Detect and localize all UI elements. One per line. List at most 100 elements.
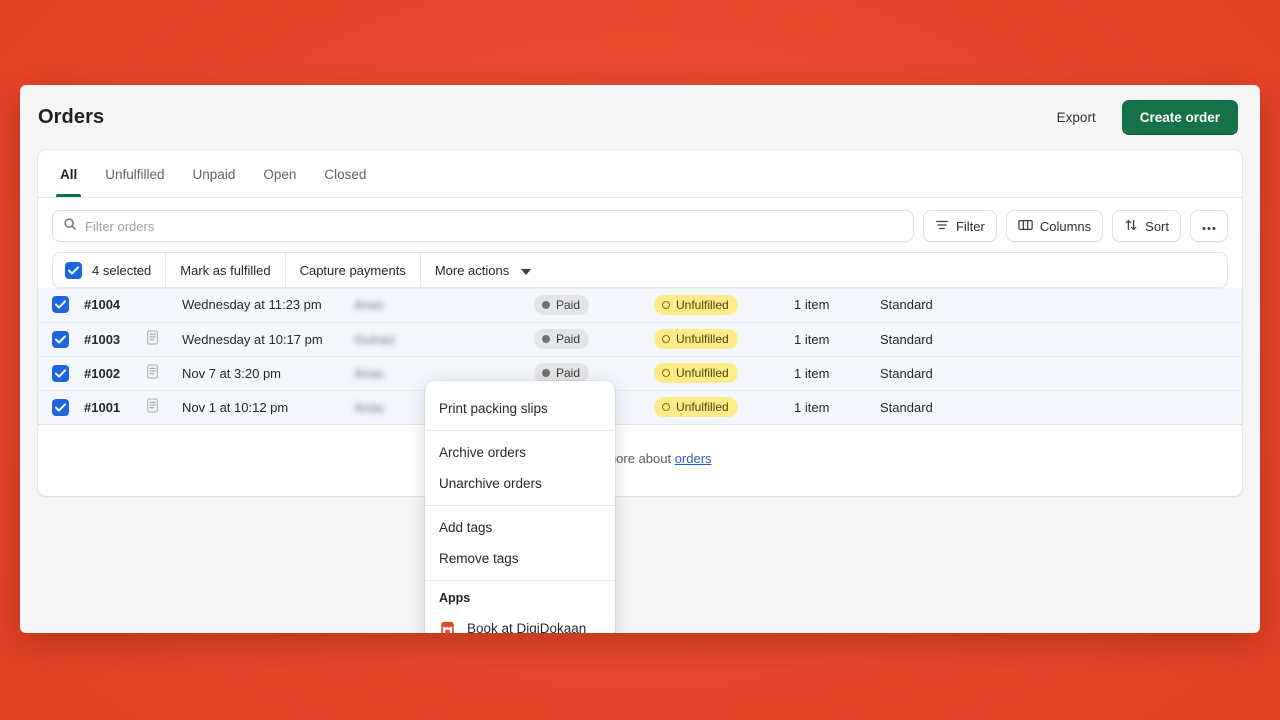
columns-button[interactable]: Columns: [1006, 210, 1103, 242]
payment-status-label: Paid: [556, 367, 580, 379]
sort-icon: [1124, 218, 1138, 235]
order-number[interactable]: #1003: [84, 322, 146, 356]
row-checkbox[interactable]: [52, 331, 69, 348]
fulfillment-status-cell: Unfulfilled: [654, 288, 794, 322]
more-actions-button[interactable]: More actions: [421, 253, 545, 287]
order-date: Nov 1 at 10:12 pm: [182, 390, 354, 424]
fulfillment-status-label: Unfulfilled: [676, 401, 729, 413]
status-badge-fulfillment: Unfulfilled: [654, 329, 738, 349]
note-icon: [146, 367, 159, 382]
select-all-checkbox[interactable]: [65, 262, 82, 279]
item-count: 1 item: [794, 390, 880, 424]
create-order-button[interactable]: Create order: [1122, 100, 1238, 135]
customer-name: Anas: [354, 400, 384, 415]
note-icon: [146, 401, 159, 416]
customer-name: Anas: [354, 366, 384, 381]
tab-closed[interactable]: Closed: [310, 151, 380, 197]
tab-unfulfilled[interactable]: Unfulfilled: [91, 151, 178, 197]
orders-index-card: All Unfulfilled Unpaid Open Closed: [38, 150, 1242, 496]
row-checkbox-cell[interactable]: [38, 356, 84, 390]
status-dot-icon: [542, 301, 550, 309]
order-number[interactable]: #1002: [84, 356, 146, 390]
menu-group-archive: Archive orders Unarchive orders: [425, 430, 615, 505]
orders-help-link[interactable]: orders: [675, 451, 712, 466]
customer-name: Anas: [354, 297, 384, 312]
search-field-wrapper[interactable]: [52, 210, 914, 242]
table-row[interactable]: #1003 Wednesday at 10:17 pm Gulraiz: [38, 322, 1242, 356]
menu-item-book-at-digidokaan[interactable]: Book at DigiDokaan: [425, 612, 615, 633]
status-ring-icon: [662, 403, 670, 411]
sort-button[interactable]: Sort: [1112, 210, 1181, 242]
row-checkbox[interactable]: [52, 365, 69, 382]
row-checkbox-cell[interactable]: [38, 288, 84, 322]
orders-window: Orders Export Create order All Unfulfill…: [20, 85, 1260, 633]
payment-status-cell: Paid: [534, 322, 654, 356]
search-icon: [63, 217, 77, 236]
more-options-button[interactable]: [1190, 210, 1228, 242]
status-ring-icon: [662, 335, 670, 343]
order-note-cell: [146, 288, 182, 322]
orders-table: #1004 Wednesday at 11:23 pm Anas Paid: [38, 288, 1242, 425]
header-actions: Export Create order: [1045, 100, 1238, 135]
row-checkbox[interactable]: [52, 399, 69, 416]
order-note-cell: [146, 322, 182, 356]
tab-open[interactable]: Open: [249, 151, 310, 197]
row-checkbox[interactable]: [52, 296, 69, 313]
menu-item-add-tags[interactable]: Add tags: [425, 512, 615, 543]
menu-item-archive-orders[interactable]: Archive orders: [425, 437, 615, 468]
table-row[interactable]: #1001 Nov 1 at 10:12 pm Anas: [38, 390, 1242, 424]
bulk-actions-bar: 4 selected Mark as fulfilled Capture pay…: [52, 252, 1228, 288]
tab-all[interactable]: All: [46, 151, 91, 197]
filter-toolbar: Filter Columns Sort: [38, 198, 1242, 252]
fulfillment-status-label: Unfulfilled: [676, 299, 729, 311]
delivery-method: Standard: [880, 356, 1242, 390]
export-button[interactable]: Export: [1045, 102, 1108, 133]
delivery-method: Standard: [880, 390, 1242, 424]
storefront-icon: [439, 620, 456, 633]
customer-name: Gulraiz: [354, 332, 395, 347]
fulfillment-status-label: Unfulfilled: [676, 367, 729, 379]
row-checkbox-cell[interactable]: [38, 390, 84, 424]
page-header: Orders Export Create order: [20, 85, 1260, 150]
status-ring-icon: [662, 301, 670, 309]
payment-status-label: Paid: [556, 299, 580, 311]
note-icon: [146, 333, 159, 348]
menu-item-print-packing-slips[interactable]: Print packing slips: [425, 393, 615, 424]
search-input[interactable]: [85, 219, 903, 234]
row-checkbox-cell[interactable]: [38, 322, 84, 356]
status-badge-fulfillment: Unfulfilled: [654, 295, 738, 315]
menu-item-unarchive-orders[interactable]: Unarchive orders: [425, 468, 615, 499]
status-badge-fulfillment: Unfulfilled: [654, 363, 738, 383]
columns-button-label: Columns: [1040, 219, 1091, 234]
menu-group-apps: Apps Book at DigiDokaan: [425, 580, 615, 633]
filter-icon: [935, 218, 949, 235]
customer-name-cell: Gulraiz: [354, 322, 534, 356]
order-date: Wednesday at 11:23 pm: [182, 288, 354, 322]
table-row[interactable]: #1002 Nov 7 at 3:20 pm Anas: [38, 356, 1242, 390]
capture-payments-button[interactable]: Capture payments: [286, 253, 421, 287]
order-note-cell: [146, 356, 182, 390]
status-ring-icon: [662, 369, 670, 377]
menu-group-print: Print packing slips: [425, 387, 615, 430]
more-actions-label: More actions: [435, 263, 509, 278]
filter-button[interactable]: Filter: [923, 210, 997, 242]
payment-status-cell: Paid: [534, 288, 654, 322]
selected-count-cell[interactable]: 4 selected: [53, 253, 166, 287]
filter-button-label: Filter: [956, 219, 985, 234]
delivery-method: Standard: [880, 288, 1242, 322]
order-number[interactable]: #1004: [84, 288, 146, 322]
mark-as-fulfilled-button[interactable]: Mark as fulfilled: [166, 253, 285, 287]
menu-item-remove-tags[interactable]: Remove tags: [425, 543, 615, 574]
status-badge-payment: Paid: [534, 363, 589, 383]
tab-unpaid[interactable]: Unpaid: [179, 151, 250, 197]
fulfillment-status-cell: Unfulfilled: [654, 356, 794, 390]
table-row[interactable]: #1004 Wednesday at 11:23 pm Anas Paid: [38, 288, 1242, 322]
status-badge-payment: Paid: [534, 329, 589, 349]
status-badge-fulfillment: Unfulfilled: [654, 397, 738, 417]
fulfillment-status-cell: Unfulfilled: [654, 390, 794, 424]
customer-name-cell: Anas: [354, 288, 534, 322]
menu-section-heading-apps: Apps: [425, 587, 615, 612]
selected-count-label: 4 selected: [92, 263, 151, 278]
order-date: Nov 7 at 3:20 pm: [182, 356, 354, 390]
order-number[interactable]: #1001: [84, 390, 146, 424]
